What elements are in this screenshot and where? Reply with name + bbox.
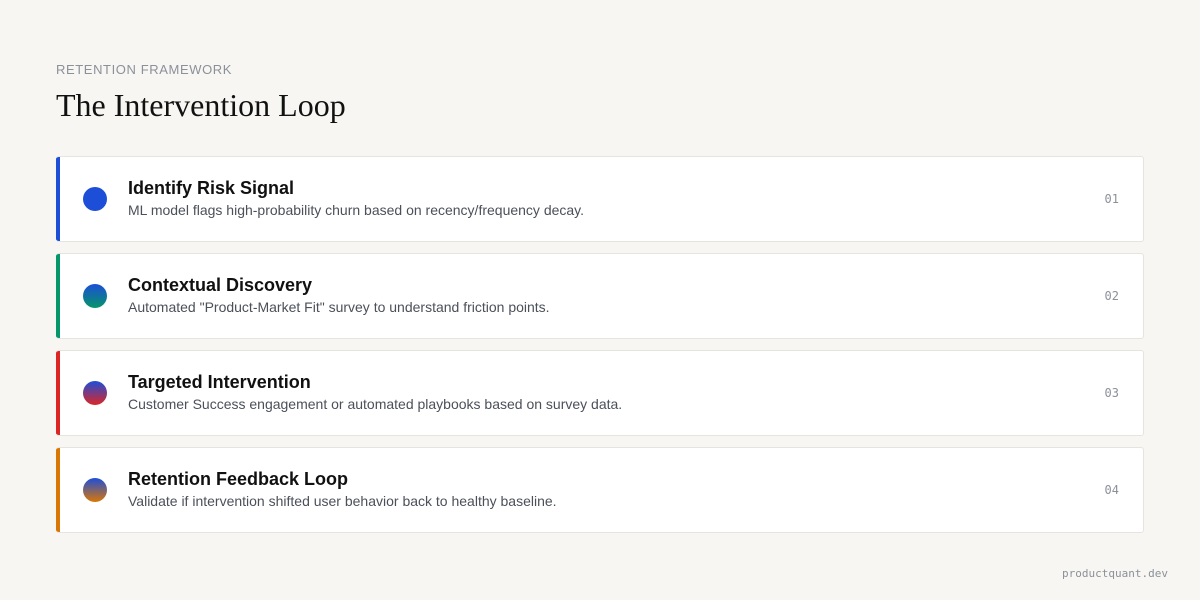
- step-number: 03: [1104, 386, 1119, 400]
- step-card: Identify Risk Signal ML model flags high…: [56, 156, 1144, 242]
- step-dot-icon: [83, 478, 107, 502]
- step-accent-bar: [56, 254, 60, 338]
- page-title: The Intervention Loop: [56, 87, 346, 123]
- step-description: Customer Success engagement or automated…: [128, 396, 623, 412]
- step-dot-icon: [83, 381, 107, 405]
- step-accent-bar: [56, 157, 60, 241]
- step-accent-bar: [56, 448, 60, 532]
- step-number: 02: [1104, 289, 1119, 303]
- step-description: Automated "Product-Market Fit" survey to…: [128, 299, 550, 315]
- step-text: Identify Risk Signal ML model flags high…: [128, 177, 1053, 219]
- step-dot-icon: [83, 187, 107, 211]
- step-number: 04: [1104, 483, 1119, 497]
- step-title: Contextual Discovery: [128, 275, 313, 295]
- step-title: Targeted Intervention: [128, 372, 311, 392]
- step-list: Identify Risk Signal ML model flags high…: [56, 156, 1144, 544]
- step-card: Targeted Intervention Customer Success e…: [56, 350, 1144, 436]
- step-number: 01: [1104, 192, 1119, 206]
- section-kicker: RETENTION FRAMEWORK: [56, 62, 233, 77]
- step-text: Targeted Intervention Customer Success e…: [128, 371, 1053, 413]
- step-dot-icon: [83, 284, 107, 308]
- step-title: Identify Risk Signal: [128, 178, 295, 198]
- footer-domain: productquant.dev: [1062, 567, 1168, 580]
- step-description: Validate if intervention shifted user be…: [128, 493, 557, 509]
- step-card: Retention Feedback Loop Validate if inte…: [56, 447, 1144, 533]
- step-title: Retention Feedback Loop: [128, 469, 349, 489]
- step-accent-bar: [56, 351, 60, 435]
- step-description: ML model flags high-probability churn ba…: [128, 202, 585, 218]
- step-text: Retention Feedback Loop Validate if inte…: [128, 468, 1053, 510]
- step-card: Contextual Discovery Automated "Product-…: [56, 253, 1144, 339]
- step-text: Contextual Discovery Automated "Product-…: [128, 274, 1053, 316]
